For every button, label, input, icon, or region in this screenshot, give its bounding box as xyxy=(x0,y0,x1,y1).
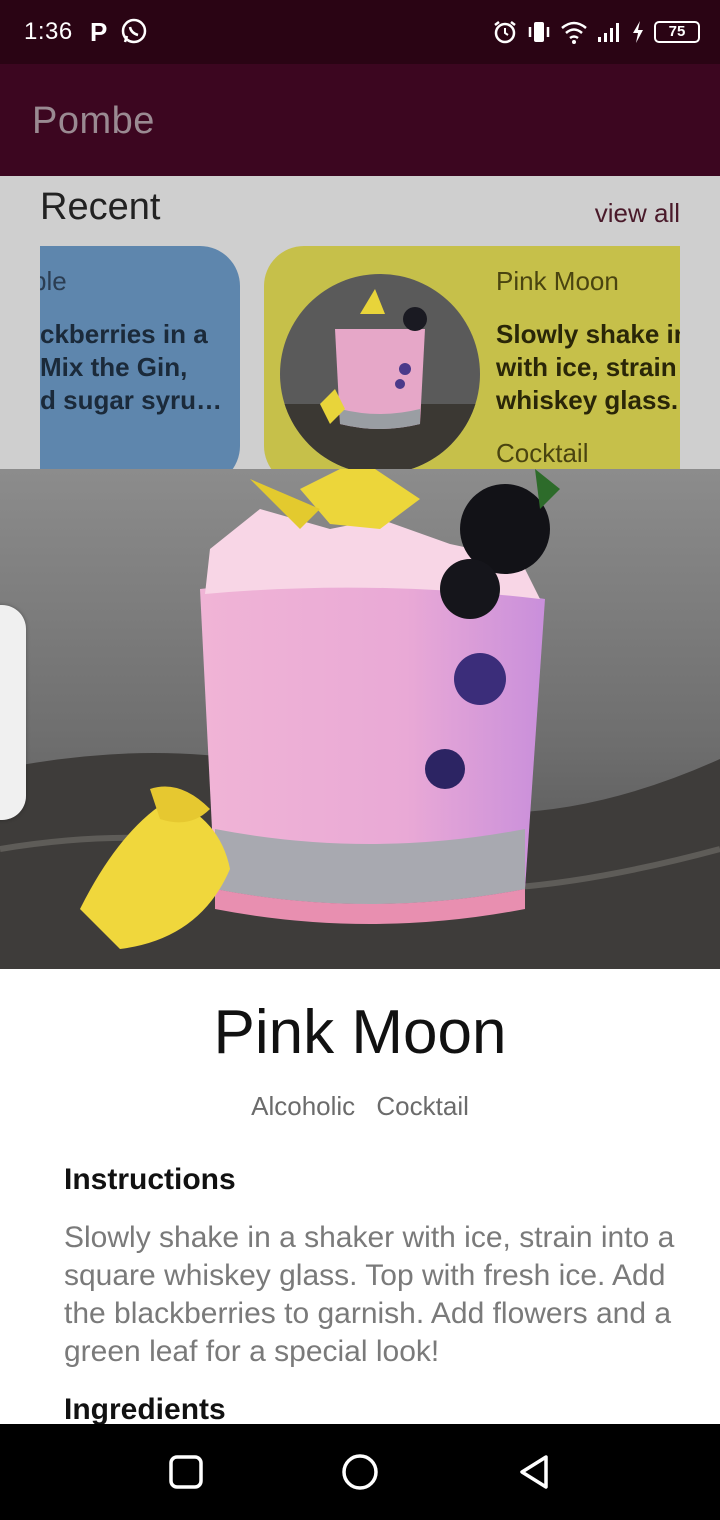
system-nav-bar xyxy=(0,1424,720,1520)
p-notification-icon: P xyxy=(90,17,108,47)
tag-alcoholic: Alcoholic xyxy=(251,1091,356,1121)
drink-detail: Pink Moon Alcoholic Cocktail Instruction… xyxy=(0,969,720,1426)
app-bar: Pombe xyxy=(0,64,720,176)
status-icons: 75 xyxy=(492,18,700,46)
drawer-handle[interactable] xyxy=(0,605,26,820)
home-icon[interactable] xyxy=(340,1452,380,1492)
tag-category: Cocktail xyxy=(376,1091,469,1121)
recent-card-desc-line: Slowly shake in xyxy=(496,319,680,349)
recent-heading: Recent xyxy=(40,186,161,228)
recent-card-desc-line: Mix the Gin, xyxy=(40,352,188,382)
recent-card-name: ble xyxy=(40,266,67,296)
drink-name: Pink Moon xyxy=(213,998,507,1067)
recent-card-description: ckberries in a Mix the Gin, d sugar syru… xyxy=(40,318,230,417)
whatsapp-icon xyxy=(121,18,147,44)
back-icon[interactable] xyxy=(514,1452,554,1492)
status-time: 1:36 xyxy=(24,18,73,45)
battery-icon: 75 xyxy=(654,21,700,43)
drink-photo xyxy=(0,469,720,969)
recent-card[interactable]: Pink Moon Slowly shake in with ice, stra… xyxy=(264,246,680,476)
recent-card-desc-line: whiskey glass. xyxy=(496,385,679,415)
recent-card-category: Cocktail xyxy=(496,438,589,468)
drink-tags: Alcoholic Cocktail xyxy=(0,1091,720,1122)
recent-card-desc-line: d sugar syru… xyxy=(40,385,223,415)
recent-card-description: Slowly shake in with ice, strain whiskey… xyxy=(496,318,680,417)
recent-section: Recent view all ble ckberries in a Mix t… xyxy=(0,176,720,476)
wifi-icon xyxy=(561,21,587,44)
status-bar: 1:36 P 75 xyxy=(0,0,720,64)
view-all-link[interactable]: view all xyxy=(595,198,680,229)
recents-icon[interactable] xyxy=(166,1452,206,1492)
alarm-icon xyxy=(494,21,516,44)
charging-icon xyxy=(633,21,643,43)
instructions-heading: Instructions xyxy=(64,1163,236,1196)
vibrate-icon xyxy=(528,22,550,42)
drink-thumbnail xyxy=(280,274,480,474)
recent-card[interactable]: ble ckberries in a Mix the Gin, d sugar … xyxy=(40,246,240,476)
instructions-text: Slowly shake in a shaker with ice, strai… xyxy=(64,1221,675,1368)
ingredients-heading: Ingredients xyxy=(64,1393,226,1426)
recent-card-desc-line: with ice, strain xyxy=(496,352,677,382)
app-title: Pombe xyxy=(32,100,155,142)
signal-icon xyxy=(598,23,619,42)
recent-card-desc-line: ckberries in a xyxy=(40,319,208,349)
recent-card-name: Pink Moon xyxy=(496,266,619,296)
